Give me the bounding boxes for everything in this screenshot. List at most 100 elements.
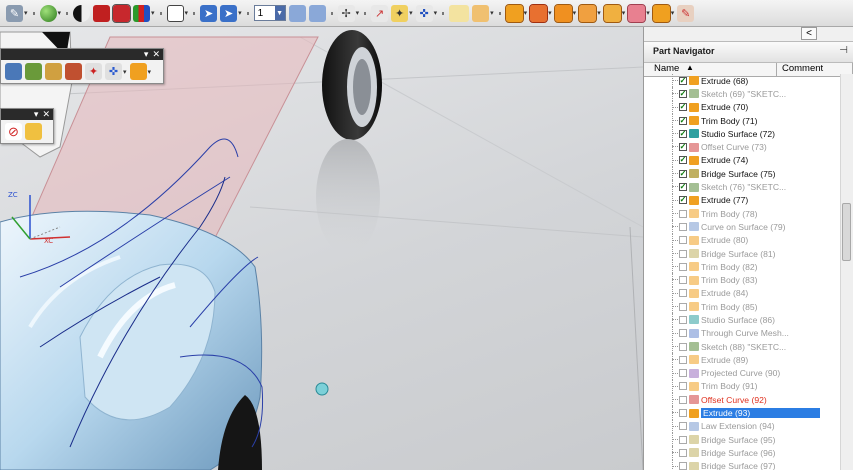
visibility-checkbox[interactable] <box>679 262 687 271</box>
tree-node[interactable]: Extrude (84) <box>644 286 840 301</box>
wcs-icon[interactable]: ✢ <box>337 4 355 22</box>
dropdown-arrow-icon[interactable]: ▾ <box>151 9 155 17</box>
tree-node[interactable]: ✓ Studio Surface (72) <box>644 127 840 141</box>
visibility-checkbox[interactable] <box>679 249 687 258</box>
tree-node[interactable]: Extrude (93) <box>644 406 840 421</box>
visibility-checkbox[interactable] <box>679 382 687 391</box>
visibility-checkbox[interactable] <box>679 329 687 338</box>
tree-node[interactable]: ✓ Extrude (70) <box>644 100 840 115</box>
layer-visible-icon[interactable] <box>308 4 326 22</box>
visibility-checkbox[interactable]: ✓ <box>679 169 687 178</box>
pin-icon[interactable]: ⊣ <box>839 45 848 56</box>
shade-red-icon[interactable] <box>93 4 111 22</box>
tree-node[interactable]: Sketch (88) "SKETC... <box>644 339 840 354</box>
visibility-checkbox[interactable]: ✓ <box>679 196 687 205</box>
tree-node[interactable]: ✓ Sketch (69) "SKETC... <box>644 87 840 101</box>
tree-node[interactable]: Curve on Surface (79) <box>644 220 840 234</box>
dropdown-arrow-icon[interactable]: ▾ <box>622 9 626 17</box>
toolbar-menu-icon[interactable]: ▾ <box>144 50 149 60</box>
work-layer-select[interactable]: 1 ▼ <box>253 5 286 21</box>
dropdown-arrow-icon[interactable]: ▾ <box>671 9 675 17</box>
dropdown-arrow-icon[interactable]: ▾ <box>123 68 127 76</box>
tree-node[interactable]: Trim Body (78) <box>644 206 840 221</box>
select-arrow-icon[interactable]: ➤ <box>200 4 218 22</box>
graphics-viewport[interactable]: ZC XC ▾ ✕ ✦ ✜ ▾ ▾ ▾ ✕ ⊘ <box>0 27 643 470</box>
layer-box-icon[interactable] <box>166 4 184 22</box>
dropdown-arrow-icon[interactable]: ▾ <box>573 9 577 17</box>
dropdown-arrow-icon[interactable]: ▾ <box>238 9 242 17</box>
navigator-scrollbar[interactable] <box>840 74 853 470</box>
sketch-tool-icon[interactable]: ✎ <box>6 4 23 22</box>
dropdown-arrow-icon[interactable]: ▾ <box>646 9 650 17</box>
tree-node[interactable]: ✓ Sketch (76) "SKETC... <box>644 180 840 194</box>
tree-node[interactable]: ✓ Offset Curve (73) <box>644 140 840 155</box>
point-icon[interactable]: ↗ <box>371 4 389 22</box>
floating-toolbar-titlebar[interactable]: ▾ ✕ <box>1 109 53 120</box>
surface-edit-icon[interactable]: ✎ <box>677 4 695 22</box>
tree-node[interactable]: Studio Surface (86) <box>644 313 840 327</box>
tree-node[interactable]: Extrude (80) <box>644 233 840 248</box>
visibility-checkbox[interactable]: ✓ <box>679 103 687 112</box>
dropdown-arrow-icon[interactable]: ▾ <box>356 9 360 17</box>
tree-node[interactable]: ✓ Extrude (74) <box>644 153 840 168</box>
edit-feature-icon[interactable] <box>129 63 147 80</box>
subtract-icon[interactable] <box>25 63 42 80</box>
surface-box-icon[interactable] <box>602 3 622 23</box>
tree-node[interactable]: Trim Body (91) <box>644 379 840 394</box>
part-tool-icon[interactable] <box>25 123 42 140</box>
dropdown-arrow-icon[interactable]: ▾ <box>409 9 413 17</box>
tree-node[interactable]: Through Curve Mesh... <box>644 326 840 341</box>
select-arrow-alt-icon[interactable]: ➤ <box>220 4 238 22</box>
measure-icon[interactable] <box>449 4 470 22</box>
tree-node[interactable]: Offset Curve (92) <box>644 393 840 407</box>
tree-node[interactable]: Trim Body (85) <box>644 300 840 314</box>
surface-pink-icon[interactable] <box>627 3 647 23</box>
dropdown-arrow-icon[interactable]: ▾ <box>548 9 552 17</box>
tree-node[interactable]: Bridge Surface (81) <box>644 246 840 261</box>
collapse-panel-button[interactable]: < <box>801 27 817 40</box>
tree-node[interactable]: Trim Body (83) <box>644 273 840 288</box>
shade-icon[interactable] <box>73 4 91 22</box>
dropdown-arrow-icon[interactable]: ▾ <box>185 9 189 17</box>
visibility-checkbox[interactable] <box>679 289 687 298</box>
trim-body-tool-icon[interactable] <box>65 63 82 80</box>
surface-blend-icon[interactable] <box>578 3 598 23</box>
visibility-checkbox[interactable] <box>679 448 687 457</box>
visibility-checkbox[interactable] <box>679 369 687 378</box>
visibility-checkbox[interactable] <box>679 276 687 285</box>
dropdown-arrow-icon[interactable]: ▾ <box>490 9 494 17</box>
tree-node[interactable]: Law Extension (94) <box>644 419 840 434</box>
visibility-checkbox[interactable] <box>679 395 687 404</box>
layer-settings-icon[interactable] <box>288 4 306 22</box>
visibility-checkbox[interactable] <box>679 342 687 351</box>
tree-node[interactable]: Projected Curve (90) <box>644 366 840 381</box>
tree-node[interactable]: Trim Body (82) <box>644 260 840 274</box>
visibility-checkbox[interactable] <box>679 302 687 311</box>
tree-node[interactable]: Bridge Surface (96) <box>644 446 840 460</box>
surface-orange-icon[interactable] <box>553 3 573 23</box>
visibility-checkbox[interactable] <box>679 315 687 324</box>
toolbar-menu-icon[interactable]: ▾ <box>34 110 39 120</box>
curve-sketch-icon[interactable]: ✜ <box>415 4 433 22</box>
visibility-checkbox[interactable] <box>679 236 687 245</box>
visibility-checkbox[interactable]: ✓ <box>679 143 687 152</box>
visibility-checkbox[interactable] <box>679 409 687 418</box>
visibility-checkbox[interactable] <box>679 462 687 470</box>
dropdown-arrow-icon[interactable]: ▾ <box>597 9 601 17</box>
visibility-checkbox[interactable]: ✓ <box>679 89 687 98</box>
move-object-icon[interactable]: ✜ <box>105 63 122 80</box>
floating-toolbar-titlebar[interactable]: ▾ ✕ <box>1 49 163 60</box>
surface-icon[interactable] <box>504 3 524 23</box>
visibility-checkbox[interactable]: ✓ <box>679 116 687 125</box>
visibility-checkbox[interactable] <box>679 422 687 431</box>
visibility-checkbox[interactable] <box>679 355 687 364</box>
analysis-icon[interactable] <box>472 4 490 22</box>
close-icon[interactable]: ✕ <box>152 50 160 60</box>
unite-icon[interactable] <box>5 63 22 80</box>
surface-red-icon[interactable] <box>529 3 549 23</box>
dropdown-arrow-icon[interactable]: ▾ <box>24 9 28 17</box>
tree-node[interactable]: ✓ Extrude (68) <box>644 74 840 88</box>
dropdown-arrow-icon[interactable]: ▾ <box>524 9 528 17</box>
close-icon[interactable]: ✕ <box>42 110 50 120</box>
tree-node[interactable]: Bridge Surface (95) <box>644 433 840 447</box>
